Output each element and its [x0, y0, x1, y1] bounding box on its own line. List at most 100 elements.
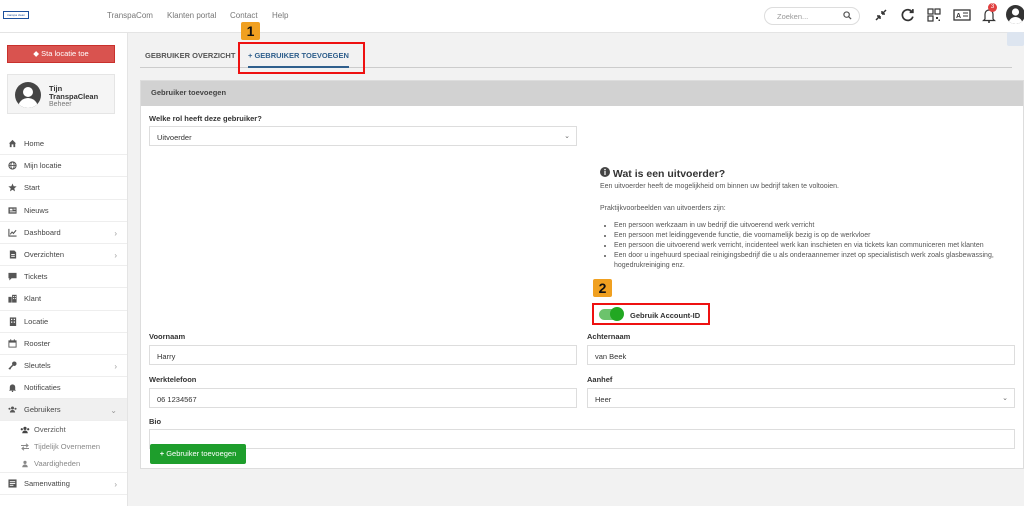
nav-transpacom[interactable]: TranspaCom	[107, 11, 153, 20]
sidebar-subitem-label: Tijdelijk Overnemen	[34, 442, 100, 452]
sidebar-item-locatie[interactable]: Locatie	[0, 311, 127, 333]
calendar-icon	[8, 339, 17, 348]
compress-icon[interactable]	[874, 8, 888, 24]
callout-number-1: 1	[241, 22, 260, 40]
bio-input[interactable]	[149, 429, 1015, 449]
list-item: Een persoon die uitvoerend werk verricht…	[614, 241, 1024, 251]
sidebar-item-label: Tickets	[24, 272, 48, 282]
logo[interactable]: transpa clean	[3, 11, 29, 19]
top-bar: transpa clean TranspaCom Klanten portal …	[0, 0, 1024, 33]
sidebar-item-sleutels[interactable]: Sleutels ›	[0, 355, 127, 378]
globe-icon	[8, 161, 17, 170]
callout-number-2: 2	[593, 279, 612, 297]
sidebar-subitem-label: Vaardigheden	[34, 459, 81, 469]
account-id-toggle[interactable]	[599, 307, 624, 321]
notification-badge: 3	[988, 3, 997, 12]
search-box[interactable]: Zoeken...	[764, 7, 860, 25]
sidebar-item-klant[interactable]: Klant	[0, 288, 127, 311]
lastname-label: Achternaam	[587, 332, 631, 341]
role-select-value: Uitvoerder	[157, 133, 192, 142]
refresh-icon[interactable]	[900, 8, 915, 25]
side-panel-toggle[interactable]	[1007, 32, 1024, 46]
phone-label: Werktelefoon	[149, 375, 197, 384]
location-icon: ◆	[33, 49, 40, 58]
chevron-right-icon: ›	[114, 361, 117, 371]
bell-icon	[8, 383, 17, 393]
firstname-input[interactable]: Harry	[149, 345, 577, 365]
sidebar-item-overzichten[interactable]: Overzichten ›	[0, 244, 127, 267]
sidebar-item-samenvatting[interactable]: Samenvatting ›	[0, 472, 127, 495]
user-avatar-icon[interactable]	[1006, 5, 1024, 24]
building-icon	[8, 294, 17, 303]
qr-code-icon[interactable]	[927, 8, 941, 24]
role-label: Welke rol heeft deze gebruiker?	[149, 114, 262, 123]
add-user-button-label: Gebruiker toevoegen	[166, 449, 237, 458]
user-role: Beheer	[49, 101, 72, 108]
sidebar-item-rooster[interactable]: Rooster	[0, 333, 127, 355]
list-item: Een persoon met leidinggevende functie, …	[614, 231, 1024, 241]
users-icon	[20, 426, 30, 434]
info-heading: Wat is een uitvoerder?	[600, 167, 725, 180]
location-building-icon	[8, 317, 17, 326]
chevron-right-icon: ›	[114, 228, 117, 238]
sidebar-item-label: Overzichten	[24, 250, 65, 260]
highlight-box-1	[238, 42, 365, 74]
sidebar-item-label: Sleutels	[24, 360, 51, 370]
search-placeholder: Zoeken...	[777, 12, 809, 21]
salutation-select[interactable]: Heer ⌄	[587, 388, 1015, 408]
nav-help[interactable]: Help	[272, 11, 288, 20]
sidebar-item-label: Home	[24, 139, 45, 149]
salutation-label: Aanhef	[587, 375, 613, 384]
sidebar-item-dashboard[interactable]: Dashboard ›	[0, 222, 127, 244]
add-user-panel: Gebruiker toevoegen Welke rol heeft deze…	[140, 80, 1024, 469]
chevron-down-icon: ⌄	[1002, 395, 1008, 402]
sidebar-item-start[interactable]: Start	[0, 177, 127, 200]
add-user-button[interactable]: + Gebruiker toevoegen	[150, 444, 246, 464]
sidebar-subitem-vaardigheden[interactable]: Vaardigheden	[0, 455, 127, 472]
sta-locatie-label: Sta locatie toe	[41, 49, 89, 58]
star-icon	[8, 183, 17, 192]
tab-gebruiker-overzicht[interactable]: GEBRUIKER OVERZICHT	[145, 51, 235, 60]
sidebar-item-tickets[interactable]: Tickets	[0, 266, 127, 289]
info-title: Wat is een uitvoerder?	[612, 168, 726, 180]
phone-input[interactable]: 06 1234567	[149, 388, 577, 408]
sidebar-item-label: Start	[24, 183, 40, 193]
sidebar-item-nieuws[interactable]: Nieuws	[0, 200, 127, 222]
user-avatar	[15, 82, 41, 108]
nav-contact[interactable]: Contact	[230, 11, 258, 20]
sidebar: ◆ Sta locatie toe Tijn TranspaClean Behe…	[0, 33, 128, 506]
chevron-right-icon: ›	[114, 480, 117, 490]
key-icon	[8, 361, 17, 370]
document-icon	[8, 250, 17, 259]
sidebar-item-gebruikers[interactable]: Gebruikers ⌄	[0, 399, 127, 422]
user-company: TranspaClean	[49, 92, 99, 101]
sidebar-item-label: Notificaties	[24, 383, 61, 393]
sidebar-item-mijn-locatie[interactable]: Mijn locatie	[0, 155, 127, 178]
chevron-right-icon: ›	[114, 250, 117, 260]
list-item: Een persoon werkzaam in uw bedrijf die u…	[614, 221, 1024, 231]
exchange-icon	[20, 443, 30, 451]
sta-locatie-toe-button[interactable]: ◆ Sta locatie toe	[7, 45, 115, 63]
nav-klanten-portal[interactable]: Klanten portal	[167, 11, 216, 20]
main-content: GEBRUIKER OVERZICHT + GEBRUIKER TOEVOEGE…	[128, 22, 1024, 506]
sidebar-item-label: Dashboard	[24, 227, 61, 237]
sidebar-subitem-tijdelijk-overnemen[interactable]: Tijdelijk Overnemen	[0, 438, 127, 455]
sidebar-item-label: Klant	[24, 294, 42, 304]
info-circle-icon	[600, 167, 610, 180]
home-icon	[8, 139, 17, 148]
examples-list: Een persoon werkzaam in uw bedrijf die u…	[614, 221, 1024, 271]
sidebar-subitem-overzicht[interactable]: Overzicht	[0, 421, 127, 438]
panel-title: Gebruiker toevoegen	[141, 81, 1023, 106]
sidebar-item-label: Samenvatting	[24, 479, 70, 489]
sidebar-item-label: Mijn locatie	[24, 161, 62, 171]
role-select[interactable]: Uitvoerder ⌄	[149, 126, 577, 146]
chart-icon	[8, 228, 17, 237]
sidebar-item-label: Locatie	[24, 316, 49, 326]
users-icon	[20, 460, 30, 468]
sidebar-item-home[interactable]: Home	[0, 133, 127, 156]
lastname-input[interactable]: van Beek	[587, 345, 1015, 365]
sidebar-item-label: Nieuws	[24, 205, 49, 215]
id-card-icon[interactable]: A	[953, 8, 971, 24]
search-icon[interactable]	[843, 11, 852, 22]
sidebar-item-notificaties[interactable]: Notificaties	[0, 377, 127, 400]
